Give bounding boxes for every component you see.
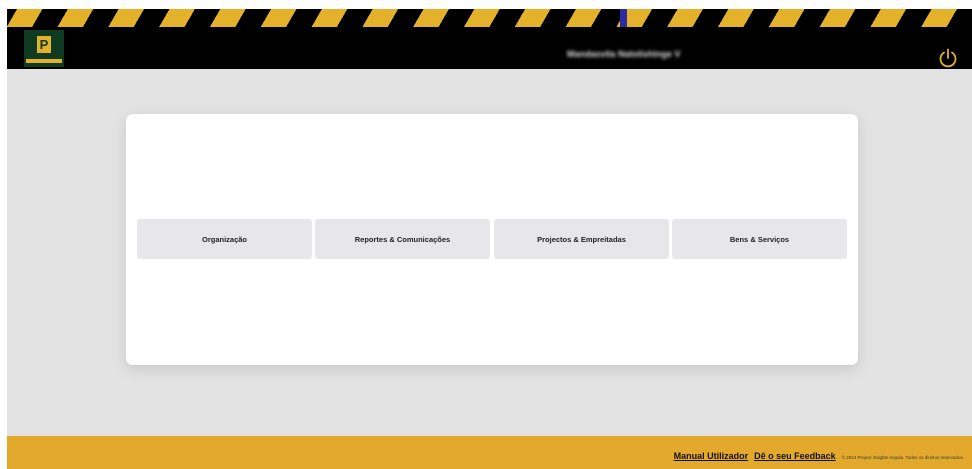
hazard-stripes [7, 9, 972, 27]
module-projectos-button[interactable]: Projectos & Empreitadas [494, 219, 669, 259]
feedback-link[interactable]: Dê o seu Feedback [754, 451, 836, 461]
manual-link[interactable]: Manual Utilizador [674, 451, 749, 461]
user-name: Mandasvila Natolishinge V [567, 49, 681, 59]
modules-card: Organização Reportes & Comunicações Proj… [126, 114, 858, 365]
app-logo[interactable]: P [24, 30, 64, 67]
module-bens-servicos-button[interactable]: Bens & Serviços [672, 219, 847, 259]
blue-marker [620, 9, 627, 27]
footer: Manual Utilizador Dê o seu Feedback © 20… [7, 436, 972, 469]
copyright-text: © 2024 Project insights Angola. Todos os… [841, 455, 964, 460]
module-reportes-button[interactable]: Reportes & Comunicações [315, 219, 490, 259]
top-bar: P Mandasvila Natolishinge V [7, 9, 972, 69]
logo-mark: P [37, 36, 51, 53]
power-icon[interactable] [937, 47, 959, 69]
module-organizacao-button[interactable]: Organização [137, 219, 312, 259]
main-content: Organização Reportes & Comunicações Proj… [7, 69, 972, 436]
footer-links: Manual Utilizador Dê o seu Feedback © 20… [674, 451, 964, 461]
logo-strip [26, 59, 62, 63]
